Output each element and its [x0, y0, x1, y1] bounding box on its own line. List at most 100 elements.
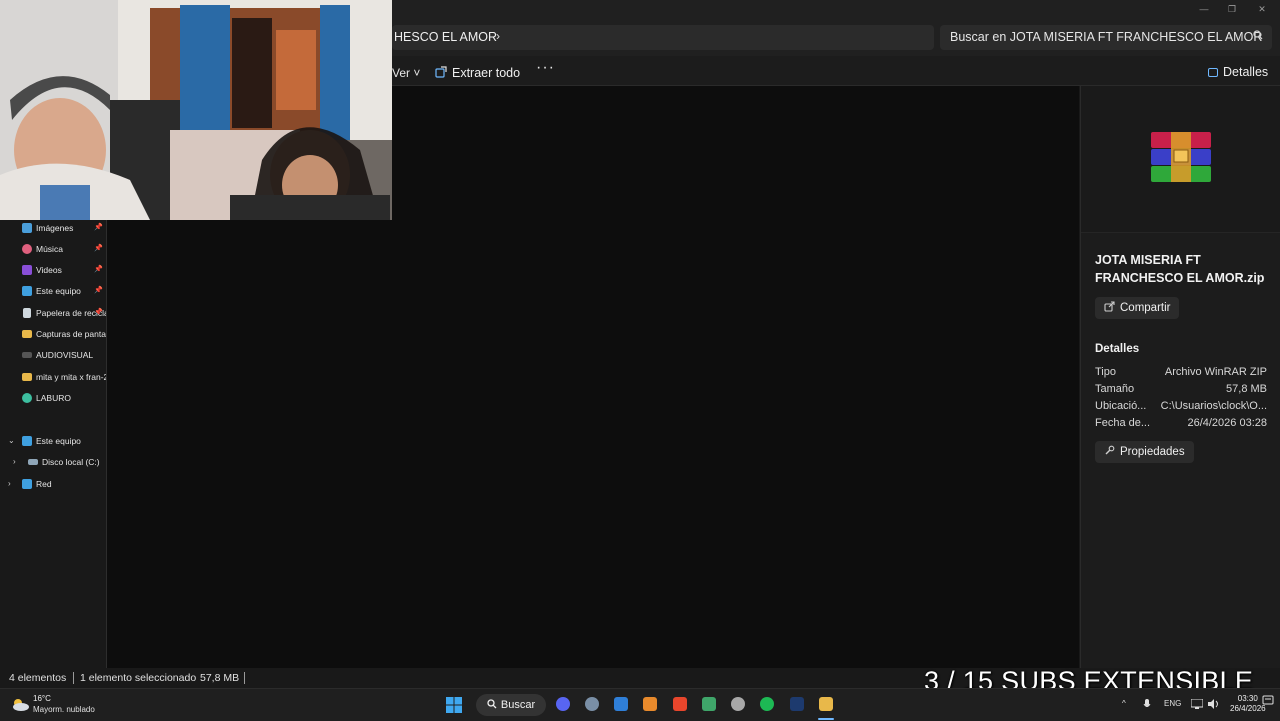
clock-date: 26/4/2026 — [1230, 704, 1266, 713]
share-label: Compartir — [1120, 302, 1171, 314]
address-bar[interactable]: HESCO EL AMOR › — [392, 25, 934, 50]
windows-start-icon[interactable] — [446, 697, 462, 718]
detail-key: Ubicació... — [1095, 400, 1147, 412]
properties-button[interactable]: Propiedades — [1095, 441, 1194, 463]
spotify-icon[interactable] — [760, 697, 774, 711]
more-options-icon[interactable]: ··· — [536, 59, 555, 77]
chart-app-icon[interactable] — [702, 697, 716, 711]
details-pane-icon — [1208, 67, 1218, 77]
weather-temperature[interactable]: 16°C — [33, 694, 51, 703]
discord-icon[interactable] — [556, 697, 570, 711]
taskbar-search-button[interactable]: Buscar — [476, 694, 546, 716]
taskbar: 16°C Mayorm. nublado Buscar ^ ENG 03:30 … — [0, 688, 1280, 721]
detail-key: Tipo — [1095, 366, 1116, 378]
navigation-pane: Imágenes 📌 Música 📌 Videos 📌 Este equipo… — [0, 220, 107, 668]
search-icon — [487, 698, 497, 712]
webcam-overlay — [0, 0, 392, 220]
file-explorer-icon[interactable] — [819, 697, 833, 711]
sidebar-item-capturas[interactable]: Capturas de pantalla — [22, 326, 106, 342]
input-language[interactable]: ENG — [1164, 699, 1181, 708]
details-pane: JOTA MISERIA FT FRANCHESCO EL AMOR.zip C… — [1080, 86, 1280, 668]
extract-all-label: Extraer todo — [452, 66, 521, 80]
detail-key: Fecha de... — [1095, 417, 1151, 429]
pin-icon: 📌 — [94, 245, 103, 252]
tray-overflow-icon[interactable]: ^ — [1122, 699, 1126, 708]
detail-row-date: Fecha de... 26/4/2026 03:28 — [1095, 417, 1267, 433]
computer-icon — [22, 436, 32, 446]
music-icon — [22, 244, 32, 254]
drive-icon — [28, 459, 38, 465]
recycle-bin-icon — [23, 308, 31, 318]
sidebar-item-label: mita y mita x fran-2 — [36, 372, 106, 382]
images-icon — [22, 223, 32, 233]
detail-row-size: Tamaño 57,8 MB — [1095, 383, 1267, 399]
detail-row-location: Ubicació... C:\Usuarios\clock\O... — [1095, 400, 1267, 416]
sidebar-item-label: Videos — [36, 265, 62, 275]
weather-description[interactable]: Mayorm. nublado — [33, 705, 95, 714]
volume-icon[interactable] — [1208, 699, 1220, 711]
chevron-down-icon[interactable]: ⌄ — [8, 436, 15, 445]
chevron-right-icon[interactable]: › — [496, 29, 500, 43]
sidebar-item-label: Música — [36, 244, 63, 254]
sidebar-item-label: Capturas de pantalla — [36, 329, 106, 339]
cloud-weather-icon[interactable] — [10, 696, 30, 717]
store-icon[interactable] — [614, 697, 628, 711]
sidebar-item-label: AUDIOVISUAL — [36, 350, 94, 360]
sidebar-item-mita-y-mita[interactable]: mita y mita x fran-2 — [22, 369, 106, 385]
tree-item-label: Red — [36, 479, 52, 489]
sidebar-item-laburo[interactable]: LABURO — [22, 390, 106, 406]
brave-icon[interactable] — [673, 697, 687, 711]
file-preview — [1081, 86, 1280, 233]
photoshop-icon[interactable] — [790, 697, 804, 711]
close-button[interactable]: ✕ — [1254, 4, 1270, 16]
selection-size: 57,8 MB — [200, 672, 240, 684]
notification-icon[interactable] — [1262, 694, 1274, 712]
properties-label: Propiedades — [1120, 446, 1185, 458]
search-icon[interactable] — [1253, 30, 1263, 43]
item-count: 4 elementos — [9, 672, 67, 684]
file-name: JOTA MISERIA FT FRANCHESCO EL AMOR.zip — [1095, 253, 1265, 285]
minimize-button[interactable]: — — [1196, 4, 1212, 16]
taskbar-search-label: Buscar — [500, 699, 536, 711]
breadcrumb-current[interactable]: HESCO EL AMOR — [394, 30, 497, 44]
details-section-title: Detalles — [1095, 343, 1140, 355]
folder-icon — [22, 373, 32, 381]
tree-item-este-equipo[interactable]: Este equipo — [22, 433, 106, 449]
person-icon — [22, 393, 32, 403]
winrar-archive-icon — [1151, 132, 1211, 182]
details-toggle-button[interactable]: Detalles — [1208, 65, 1268, 79]
network-icon — [22, 479, 32, 489]
chevron-right-icon[interactable]: › — [8, 479, 11, 488]
sidebar-item-label: Este equipo — [36, 286, 81, 296]
pin-icon: 📌 — [94, 224, 103, 231]
chevron-right-icon[interactable]: › — [13, 457, 16, 466]
view-button[interactable]: Ver ˅ — [392, 66, 420, 80]
maximize-button[interactable]: ❐ — [1224, 4, 1240, 16]
folder-icon — [22, 330, 32, 338]
details-toggle-label: Detalles — [1223, 65, 1269, 79]
extract-all-button[interactable]: Extraer todo — [435, 64, 520, 82]
tree-item-red[interactable]: Red — [22, 476, 106, 492]
detail-value: C:\Usuarios\clock\O... — [1160, 400, 1267, 412]
detail-row-type: Tipo Archivo WinRAR ZIP — [1095, 366, 1267, 382]
clock-time: 03:30 — [1237, 694, 1258, 703]
pin-icon: 📌 — [94, 266, 103, 273]
detail-value: 57,8 MB — [1226, 383, 1267, 395]
fl-studio-icon[interactable] — [643, 697, 657, 711]
pin-icon: 📌 — [94, 309, 103, 316]
obs-icon[interactable] — [731, 697, 745, 711]
extract-icon — [435, 65, 447, 81]
device-icon — [22, 352, 32, 358]
wrench-icon — [1104, 445, 1115, 459]
pin-icon: 📌 — [94, 287, 103, 294]
sidebar-item-audiovisual[interactable]: AUDIOVISUAL — [22, 347, 106, 363]
system-clock[interactable]: 03:30 26/4/2026 — [1230, 694, 1266, 714]
search-box[interactable]: Buscar en JOTA MISERIA FT FRANCHESCO EL … — [940, 25, 1272, 50]
microphone-icon[interactable] — [1143, 699, 1151, 712]
settings-icon[interactable] — [585, 697, 599, 711]
search-input[interactable]: Buscar en JOTA MISERIA FT FRANCHESCO EL … — [950, 30, 1262, 44]
network-icon[interactable] — [1190, 698, 1204, 711]
webcam-feed-image — [0, 0, 392, 220]
tree-item-disco-local[interactable]: Disco local (C:) — [28, 454, 106, 470]
share-button[interactable]: Compartir — [1095, 297, 1180, 319]
